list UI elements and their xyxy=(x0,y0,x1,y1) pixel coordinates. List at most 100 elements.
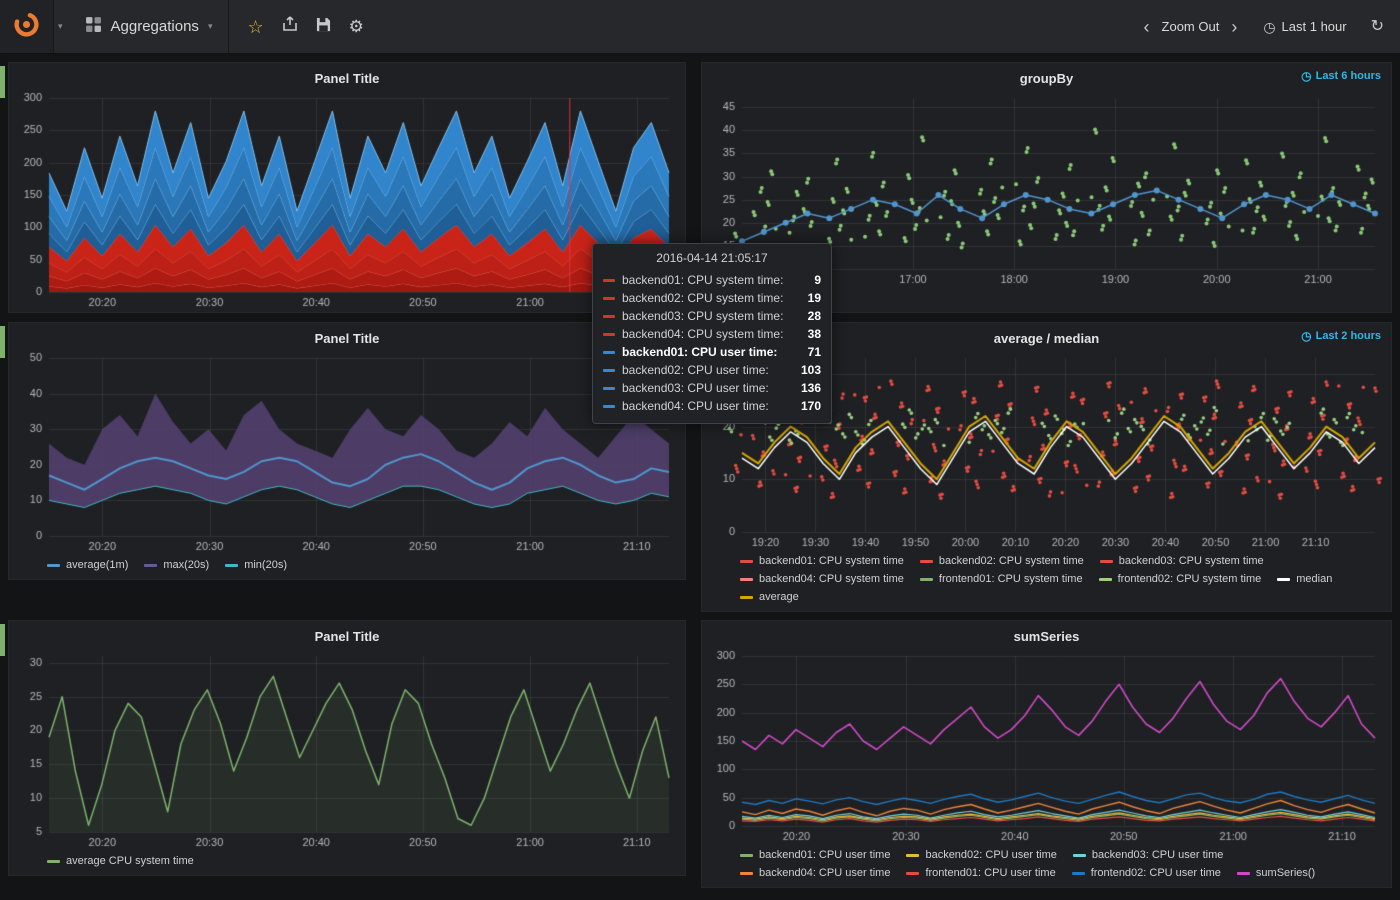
chart-area xyxy=(15,90,679,310)
panel-time-range-label: Last 2 hours xyxy=(1316,330,1381,342)
panel-title[interactable]: average / median xyxy=(994,331,1100,346)
panel-title[interactable]: groupBy xyxy=(1020,71,1073,86)
legend-item[interactable]: min(20s) xyxy=(225,557,287,573)
panel-title[interactable]: Panel Title xyxy=(315,71,380,86)
legend-item[interactable]: backend02: CPU user time xyxy=(906,847,1056,863)
tooltip-series-label: backend01: CPU user time: xyxy=(622,343,801,361)
legend-series-swatch xyxy=(740,578,753,581)
legend-item[interactable]: backend04: CPU system time xyxy=(740,571,904,587)
timeseries-graph[interactable] xyxy=(15,648,679,850)
legend-series-label: sumSeries() xyxy=(1256,865,1315,881)
timeseries-graph[interactable] xyxy=(15,350,679,554)
tooltip-series-swatch xyxy=(603,279,615,282)
panel-title[interactable]: Panel Title xyxy=(315,629,380,644)
row-indicator xyxy=(0,624,5,656)
legend-item[interactable]: max(20s) xyxy=(144,557,209,573)
graph-legend: average CPU system time xyxy=(15,850,679,873)
tooltip-series-swatch xyxy=(603,387,615,390)
legend-series-swatch xyxy=(920,560,933,563)
legend-item[interactable]: frontend01: CPU system time xyxy=(920,571,1083,587)
tooltip-series-label: backend02: CPU system time: xyxy=(622,289,801,307)
graph-legend: backend01: CPU system time backend02: CPU… xyxy=(708,550,1385,609)
legend-item[interactable]: backend03: CPU user time xyxy=(1073,847,1223,863)
panel-header: Panel Title xyxy=(15,624,679,648)
chart-area xyxy=(15,350,679,554)
legend-series-label: average CPU system time xyxy=(66,853,194,869)
legend-series-swatch xyxy=(740,560,753,563)
tooltip-series-value: 136 xyxy=(801,379,821,397)
tooltip-series-value: 9 xyxy=(814,271,821,289)
chevron-right-icon[interactable]: › xyxy=(1229,18,1239,36)
legend-item[interactable]: frontend02: CPU system time xyxy=(1099,571,1262,587)
legend-series-swatch xyxy=(144,564,157,567)
share-icon xyxy=(282,16,298,37)
legend-series-label: frontend01: CPU user time xyxy=(925,865,1055,881)
chart-area xyxy=(15,648,679,850)
panel-time-range-badge: ◷ Last 6 hours xyxy=(1301,70,1381,82)
grafana-logo-button[interactable] xyxy=(0,0,54,53)
legend-series-swatch xyxy=(906,872,919,875)
dashboard-actions: ☆ ⚙ xyxy=(229,16,381,37)
panel-average-cpu: Panel Title average CPU system time xyxy=(8,620,686,876)
tooltip-series-row: backend03: CPU user time:136 xyxy=(603,379,821,397)
chevron-left-icon[interactable]: ‹ xyxy=(1142,18,1152,36)
legend-series-swatch xyxy=(1073,854,1086,857)
legend-series-label: max(20s) xyxy=(163,557,209,573)
legend-item[interactable]: backend03: CPU system time xyxy=(1100,553,1264,569)
legend-series-label: frontend02: CPU user time xyxy=(1091,865,1221,881)
tooltip-series-row: backend02: CPU system time:19 xyxy=(603,289,821,307)
row-indicator xyxy=(0,66,5,98)
zoom-out-button[interactable]: Zoom Out xyxy=(1162,19,1220,34)
dashboard-picker[interactable]: Aggregations ▾ xyxy=(69,0,230,53)
graph-legend: average(1m) max(20s) min(20s) xyxy=(15,554,679,577)
legend-item[interactable]: sumSeries() xyxy=(1237,865,1315,881)
panel-header: Panel Title xyxy=(15,66,679,90)
tooltip-series-value: 103 xyxy=(801,361,821,379)
legend-item[interactable]: frontend02: CPU user time xyxy=(1072,865,1221,881)
tooltip-series-label: backend03: CPU system time: xyxy=(622,307,801,325)
legend-item[interactable]: average CPU system time xyxy=(47,853,194,869)
tooltip-series-label: backend04: CPU system time: xyxy=(622,325,801,343)
legend-series-label: backend02: CPU user time xyxy=(925,847,1056,863)
tooltip-series-label: backend04: CPU user time: xyxy=(622,397,794,415)
legend-series-label: frontend02: CPU system time xyxy=(1118,571,1262,587)
time-range-button[interactable]: ◷ Last 1 hour xyxy=(1263,19,1346,34)
legend-item[interactable]: backend02: CPU system time xyxy=(920,553,1084,569)
tooltip-series-row: backend01: CPU user time:71 xyxy=(603,343,821,361)
chevron-down-icon: ▾ xyxy=(208,21,213,32)
star-button[interactable]: ☆ xyxy=(247,18,263,36)
legend-series-label: backend03: CPU system time xyxy=(1119,553,1264,569)
panel-title[interactable]: sumSeries xyxy=(1014,629,1080,644)
tooltip-series-label: backend02: CPU user time: xyxy=(622,361,794,379)
panel-stacked-cpu: Panel Title xyxy=(8,62,686,313)
logo-chevron-down-icon[interactable]: ▾ xyxy=(54,21,69,32)
tooltip-series-swatch xyxy=(603,333,615,336)
save-button[interactable] xyxy=(316,17,331,37)
tooltip-series-row: backend04: CPU system time:38 xyxy=(603,325,821,343)
share-button[interactable] xyxy=(282,16,298,37)
graph-tooltip: 2016-04-14 21:05:17 backend01: CPU syste… xyxy=(592,243,832,424)
legend-series-swatch xyxy=(225,564,238,567)
legend-series-label: average(1m) xyxy=(66,557,128,573)
legend-series-label: backend04: CPU system time xyxy=(759,571,904,587)
legend-item[interactable]: backend04: CPU user time xyxy=(740,865,890,881)
grafana-logo-icon xyxy=(13,11,40,43)
legend-item[interactable]: frontend01: CPU user time xyxy=(906,865,1055,881)
settings-button[interactable]: ⚙ xyxy=(349,18,364,35)
legend-item[interactable]: average(1m) xyxy=(47,557,128,573)
legend-item[interactable]: backend01: CPU system time xyxy=(740,553,904,569)
legend-series-swatch xyxy=(47,860,60,863)
timeseries-graph[interactable] xyxy=(15,90,679,310)
timeseries-graph[interactable] xyxy=(708,648,1385,844)
panel-avg-max-min: Panel Title average(1m) max(20s) min(20s) xyxy=(8,322,686,580)
legend-item[interactable]: backend01: CPU user time xyxy=(740,847,890,863)
panel-header: groupBy ◷ Last 6 hours xyxy=(708,66,1385,90)
legend-item[interactable]: average xyxy=(740,589,799,605)
panel-sumseries: sumSeries backend01: CPU user time backen… xyxy=(701,620,1392,888)
legend-series-swatch xyxy=(740,596,753,599)
navbar: ▾ Aggregations ▾ ☆ xyxy=(0,0,1400,54)
legend-item[interactable]: median xyxy=(1277,571,1332,587)
tooltip-series-row: backend04: CPU user time:170 xyxy=(603,397,821,415)
panel-title[interactable]: Panel Title xyxy=(315,331,380,346)
refresh-button[interactable]: ↻ xyxy=(1371,19,1384,35)
